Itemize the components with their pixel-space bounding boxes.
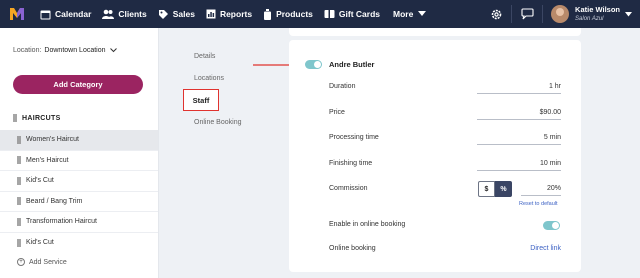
nav-divider bbox=[542, 5, 544, 23]
list-item[interactable]: Men's Haircut bbox=[0, 151, 158, 171]
giftcard-icon bbox=[324, 10, 335, 18]
nav-sales-label: Sales bbox=[172, 9, 195, 19]
drag-handle-icon[interactable] bbox=[17, 135, 21, 144]
drag-handle-icon[interactable] bbox=[17, 217, 21, 226]
direct-link[interactable]: Direct link bbox=[530, 245, 561, 252]
tab-details[interactable]: Details bbox=[194, 53, 215, 60]
online-booking-enable-label: Enable in online booking bbox=[329, 221, 406, 228]
drag-handle-icon[interactable] bbox=[13, 114, 17, 122]
finishing-time-label: Finishing time bbox=[329, 160, 373, 167]
duration-label: Duration bbox=[329, 83, 356, 90]
chat-icon[interactable] bbox=[520, 7, 534, 21]
service-label: Kid's Cut bbox=[26, 177, 54, 185]
nav-products[interactable]: Products bbox=[263, 8, 313, 20]
gear-icon[interactable] bbox=[489, 7, 503, 21]
list-item[interactable]: Kid's Cut bbox=[0, 171, 158, 192]
calendar-icon bbox=[40, 10, 51, 19]
avatar[interactable] bbox=[551, 5, 570, 23]
duration-input[interactable]: 1 hr bbox=[477, 83, 561, 94]
chevron-down-icon bbox=[109, 48, 117, 53]
nav-reports-label: Reports bbox=[219, 9, 253, 19]
app-logo-icon[interactable] bbox=[3, 0, 31, 28]
service-list: Women's Haircut Men's Haircut Kid's Cut … bbox=[0, 130, 158, 253]
nav-gift-cards[interactable]: Gift Cards bbox=[324, 9, 380, 19]
reset-to-default-link[interactable]: Reset to default bbox=[519, 201, 558, 207]
service-sidebar: Location: Downtown Location Add Category… bbox=[0, 28, 159, 278]
tab-online-booking[interactable]: Online Booking bbox=[194, 119, 241, 126]
nav-clients-label: Clients bbox=[118, 9, 147, 19]
reports-icon bbox=[206, 9, 216, 19]
service-label: Beard / Bang Trim bbox=[26, 197, 83, 205]
salon-name: Salon Azul bbox=[575, 15, 604, 22]
nav-reports[interactable]: Reports bbox=[206, 9, 252, 19]
service-label: Women's Haircut bbox=[26, 136, 79, 144]
nav-gift-cards-label: Gift Cards bbox=[338, 9, 380, 19]
location-label: Location: bbox=[13, 47, 42, 54]
tab-staff-label: Staff bbox=[192, 95, 210, 105]
location-selector[interactable]: Location: Downtown Location bbox=[13, 47, 117, 54]
nav-sales[interactable]: Sales bbox=[158, 9, 195, 20]
list-item[interactable]: Kid's Cut bbox=[0, 233, 158, 254]
processing-time-input[interactable]: 5 min bbox=[477, 134, 561, 145]
commission-percent-button[interactable]: % bbox=[495, 181, 512, 197]
location-value: Downtown Location bbox=[44, 47, 106, 54]
nav-divider bbox=[511, 5, 513, 23]
chevron-down-icon bbox=[418, 11, 427, 16]
nav-products-label: Products bbox=[276, 9, 313, 19]
service-label: Transformation Haircut bbox=[26, 218, 97, 226]
nav-calendar[interactable]: Calendar bbox=[40, 9, 91, 20]
drag-handle-icon[interactable] bbox=[17, 197, 21, 206]
user-menu[interactable]: Katie Wilson Salon Azul bbox=[575, 6, 620, 22]
previous-card-edge bbox=[289, 28, 581, 36]
nav-calendar-label: Calendar bbox=[55, 9, 92, 19]
staff-name: Andre Butler bbox=[329, 60, 375, 69]
add-service-label: Add Service bbox=[29, 258, 67, 266]
nav-clients[interactable]: Clients bbox=[102, 9, 147, 19]
processing-time-label: Processing time bbox=[329, 134, 379, 141]
service-label: Men's Haircut bbox=[26, 156, 69, 164]
add-service-button[interactable]: + Add Service bbox=[17, 258, 67, 266]
price-label: Price bbox=[329, 109, 345, 116]
top-navigation-bar: Calendar Clients Sales Reports Products … bbox=[0, 0, 640, 28]
staff-member-row: Andre Butler bbox=[305, 60, 374, 69]
tab-locations[interactable]: Locations bbox=[194, 75, 224, 82]
category-heading[interactable]: HAIRCUTS bbox=[13, 114, 61, 122]
finishing-time-input[interactable]: 10 min bbox=[477, 160, 561, 171]
commission-dollar-button[interactable]: $ bbox=[478, 181, 495, 197]
commission-input[interactable]: 20% bbox=[521, 185, 561, 196]
drag-handle-icon[interactable] bbox=[17, 176, 21, 185]
nav-more-label: More bbox=[393, 9, 414, 19]
list-item[interactable]: Transformation Haircut bbox=[0, 212, 158, 233]
add-category-button[interactable]: Add Category bbox=[13, 75, 143, 94]
online-booking-toggle[interactable] bbox=[543, 221, 560, 230]
nav-more-menu[interactable]: More bbox=[393, 9, 427, 19]
commission-type-toggle: $ % bbox=[478, 181, 512, 197]
service-label: Kid's Cut bbox=[26, 239, 54, 247]
category-heading-label: HAIRCUTS bbox=[22, 114, 61, 122]
price-input[interactable]: $90.00 bbox=[477, 109, 561, 120]
list-item[interactable]: Beard / Bang Trim bbox=[0, 192, 158, 212]
bottle-icon bbox=[264, 8, 272, 20]
tag-icon bbox=[158, 9, 168, 19]
tab-staff[interactable]: Staff bbox=[183, 89, 219, 111]
user-name: Katie Wilson bbox=[575, 5, 620, 15]
list-item[interactable]: Women's Haircut bbox=[0, 130, 158, 151]
online-booking-label: Online booking bbox=[329, 245, 376, 252]
drag-handle-icon[interactable] bbox=[17, 238, 21, 247]
commission-label: Commission bbox=[329, 185, 368, 192]
staff-settings-card bbox=[289, 40, 581, 272]
plus-circle-icon: + bbox=[17, 258, 25, 266]
clients-icon bbox=[102, 9, 115, 19]
staff-enabled-toggle[interactable] bbox=[305, 60, 322, 69]
chevron-down-icon[interactable] bbox=[625, 11, 632, 17]
drag-handle-icon[interactable] bbox=[17, 156, 21, 165]
